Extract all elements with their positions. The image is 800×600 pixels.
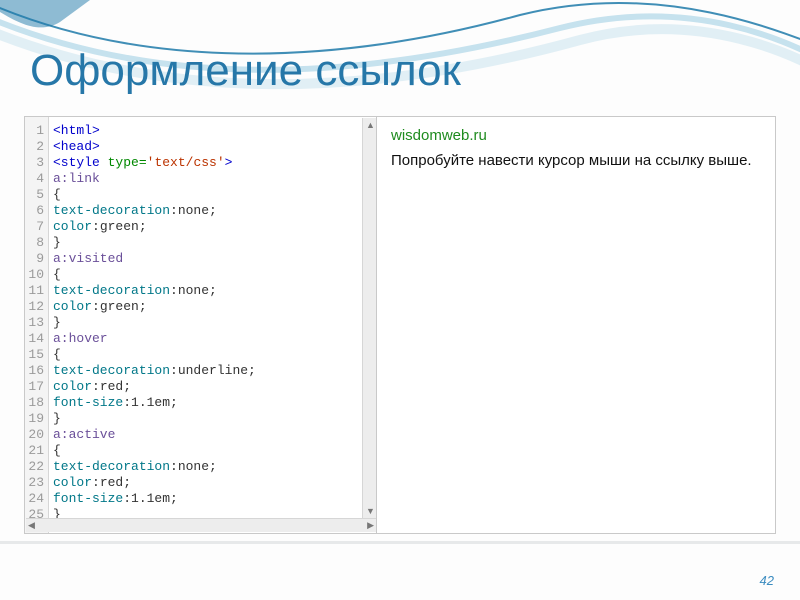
line-number: 22	[25, 459, 48, 475]
code-line[interactable]: }	[53, 315, 376, 331]
line-number: 23	[25, 475, 48, 491]
line-number: 9	[25, 251, 48, 267]
code-line[interactable]: a:active	[53, 427, 376, 443]
line-number: 14	[25, 331, 48, 347]
line-number: 3	[25, 155, 48, 171]
code-editor: 1234567891011121314151617181920212223242…	[25, 117, 377, 533]
line-number: 24	[25, 491, 48, 507]
code-line[interactable]: a:link	[53, 171, 376, 187]
horizontal-scrollbar[interactable]: ◀ ▶	[26, 518, 376, 532]
code-line[interactable]: font-size:1.1em;	[53, 491, 376, 507]
line-number: 16	[25, 363, 48, 379]
code-line[interactable]: text-decoration:none;	[53, 459, 376, 475]
line-number: 5	[25, 187, 48, 203]
scroll-left-icon[interactable]: ◀	[28, 520, 35, 531]
code-line[interactable]: }	[53, 235, 376, 251]
code-line[interactable]: {	[53, 267, 376, 283]
line-number: 12	[25, 299, 48, 315]
code-line[interactable]: a:visited	[53, 251, 376, 267]
code-line[interactable]: <head>	[53, 139, 376, 155]
line-number: 6	[25, 203, 48, 219]
code-line[interactable]: color:red;	[53, 379, 376, 395]
line-number-gutter: 1234567891011121314151617181920212223242…	[25, 117, 49, 533]
line-number: 2	[25, 139, 48, 155]
code-text[interactable]: <html><head><style type='text/css'>a:lin…	[49, 117, 376, 533]
slide-title: Оформление ссылок	[30, 46, 461, 96]
line-number: 20	[25, 427, 48, 443]
line-number: 11	[25, 283, 48, 299]
line-number: 13	[25, 315, 48, 331]
line-number: 19	[25, 411, 48, 427]
code-line[interactable]: color:green;	[53, 299, 376, 315]
code-line[interactable]: a:hover	[53, 331, 376, 347]
scroll-up-icon[interactable]: ▲	[366, 120, 375, 130]
code-line[interactable]: text-decoration:none;	[53, 283, 376, 299]
code-line[interactable]: {	[53, 347, 376, 363]
page-number: 42	[760, 573, 774, 588]
scroll-right-icon[interactable]: ▶	[367, 520, 374, 531]
code-line[interactable]: font-size:1.1em;	[53, 395, 376, 411]
footer-rule	[0, 541, 800, 544]
code-line[interactable]: {	[53, 187, 376, 203]
preview-paragraph: Попробуйте навести курсор мыши на ссылку…	[391, 152, 761, 171]
line-number: 17	[25, 379, 48, 395]
line-number: 1	[25, 123, 48, 139]
code-line[interactable]: text-decoration:underline;	[53, 363, 376, 379]
code-line[interactable]: <style type='text/css'>	[53, 155, 376, 171]
line-number: 18	[25, 395, 48, 411]
code-line[interactable]: {	[53, 443, 376, 459]
code-line[interactable]: }	[53, 411, 376, 427]
line-number: 4	[25, 171, 48, 187]
preview-link[interactable]: wisdomweb.ru	[391, 127, 761, 144]
line-number: 10	[25, 267, 48, 283]
code-line[interactable]: color:green;	[53, 219, 376, 235]
output-preview: wisdomweb.ru Попробуйте навести курсор м…	[377, 117, 775, 533]
line-number: 8	[25, 235, 48, 251]
code-line[interactable]: <html>	[53, 123, 376, 139]
line-number: 15	[25, 347, 48, 363]
code-line[interactable]: color:red;	[53, 475, 376, 491]
line-number: 7	[25, 219, 48, 235]
scroll-down-icon[interactable]: ▼	[366, 506, 375, 516]
code-line[interactable]: text-decoration:none;	[53, 203, 376, 219]
line-number: 21	[25, 443, 48, 459]
content-panel: 1234567891011121314151617181920212223242…	[24, 116, 776, 534]
vertical-scrollbar[interactable]: ▲ ▼	[362, 118, 376, 518]
